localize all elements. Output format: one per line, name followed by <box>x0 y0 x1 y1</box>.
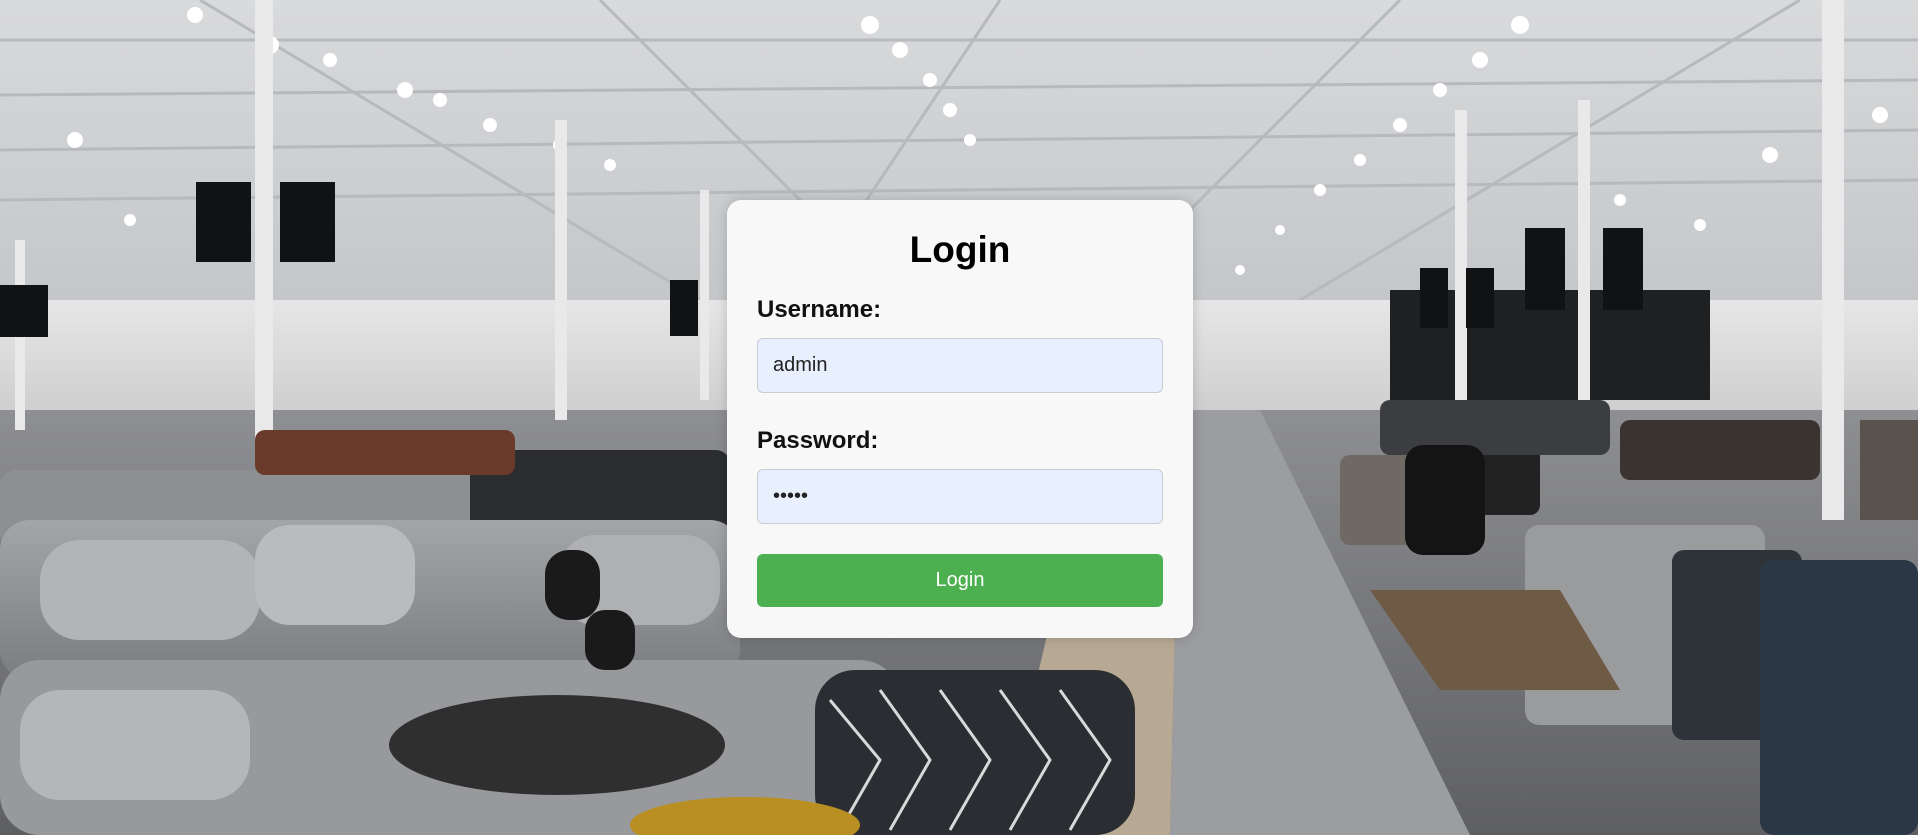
username-label: Username: <box>757 296 882 323</box>
password-input[interactable] <box>757 469 1163 524</box>
login-title: Login <box>909 229 1011 270</box>
login-card: Login Username: Password: Login <box>727 200 1193 638</box>
username-input[interactable] <box>757 338 1163 393</box>
login-button[interactable]: Login <box>757 554 1163 607</box>
password-label: Password: <box>757 427 879 454</box>
